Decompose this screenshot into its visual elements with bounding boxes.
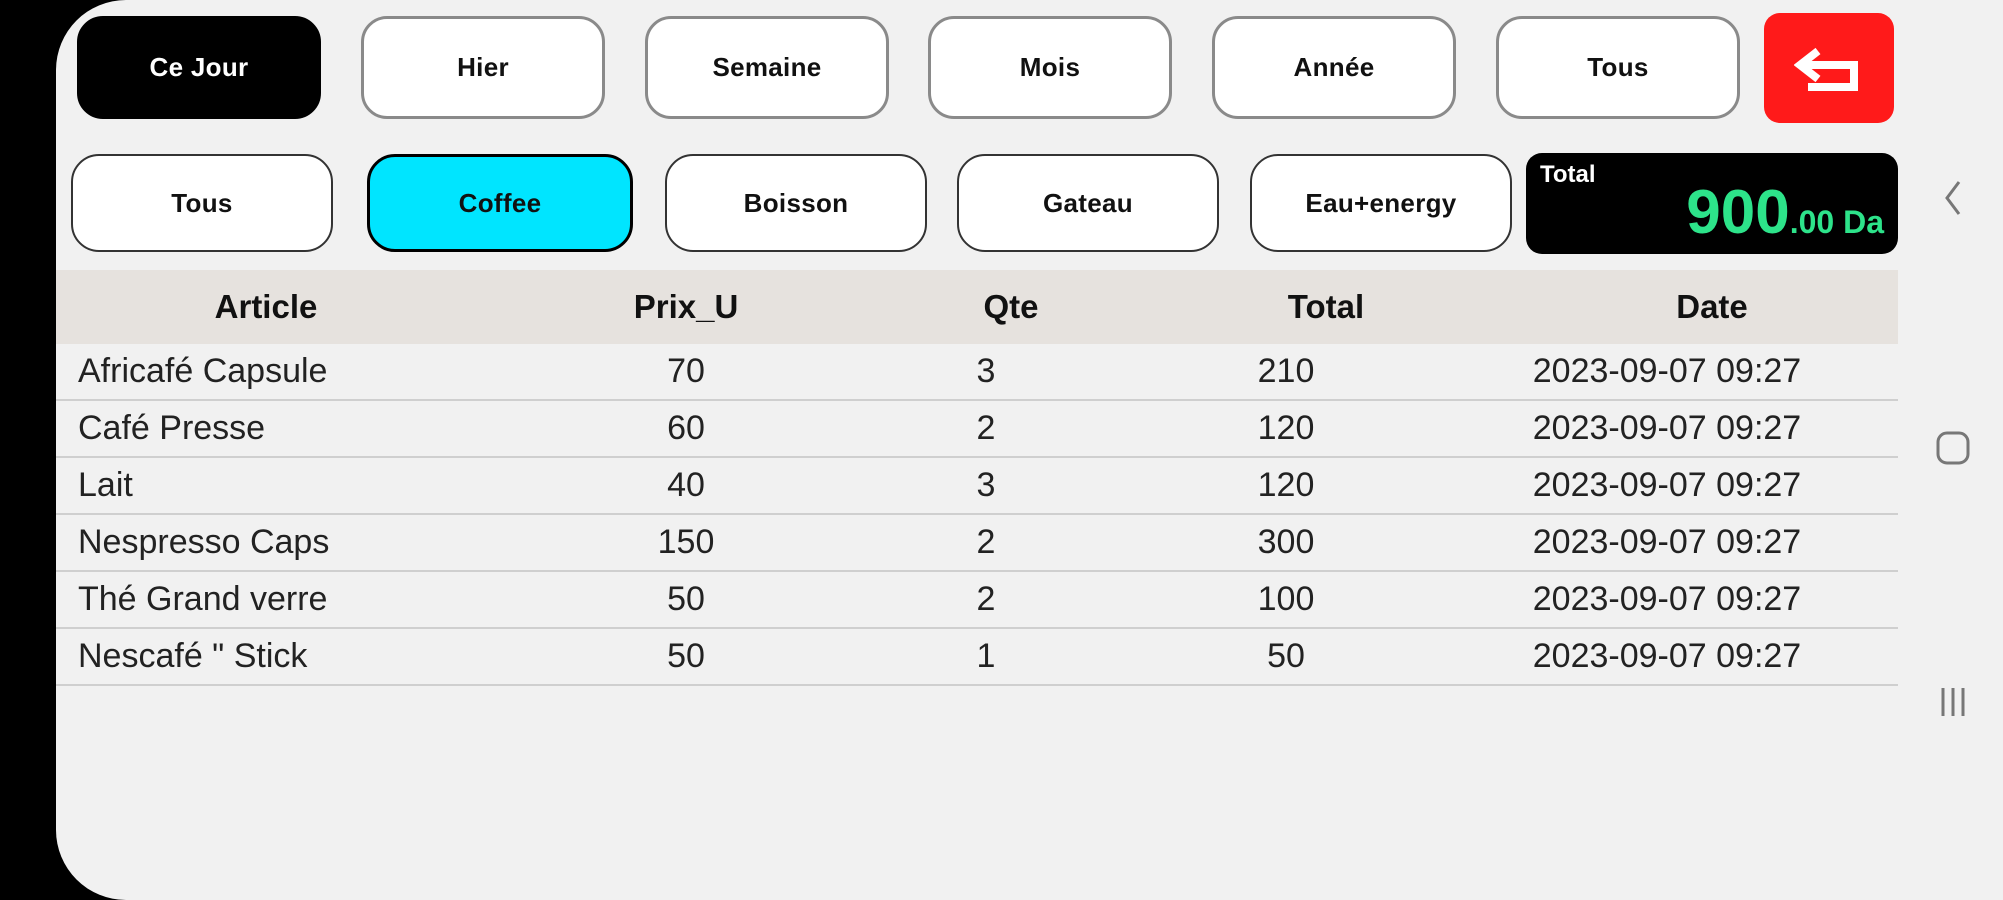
app-screen: Ce Jour Hier Semaine Mois Année Tous Tou…: [56, 0, 2003, 900]
filter-ce-jour-button[interactable]: Ce Jour: [77, 16, 321, 119]
filter-annee-button[interactable]: Année: [1212, 16, 1456, 119]
cell-total: 120: [1257, 466, 1315, 504]
cell-date: 2023-09-07 09:27: [1532, 409, 1802, 447]
filter-hier-button[interactable]: Hier: [361, 16, 605, 119]
header-total: Total: [1287, 288, 1365, 325]
three-bars-icon: [1941, 688, 1965, 716]
header-article: Article: [214, 288, 318, 325]
table-header: Article Prix_U Qte Total Date: [56, 270, 1898, 344]
cell-qte: 3: [976, 466, 996, 504]
table-row[interactable]: Lait 40 3 120 2023-09-07 09:27: [56, 458, 1898, 515]
nav-recents-button[interactable]: [1903, 682, 2003, 722]
cell-prix: 70: [667, 352, 705, 390]
nav-home-button[interactable]: [1903, 428, 2003, 468]
cell-prix: 150: [657, 523, 715, 561]
filter-tous-period-button[interactable]: Tous: [1496, 16, 1740, 119]
cell-date: 2023-09-07 09:27: [1532, 637, 1802, 675]
total-display: Total 900.00 Da: [1526, 153, 1898, 254]
cell-prix: 50: [667, 580, 705, 618]
cell-total: 120: [1257, 409, 1315, 447]
rounded-square-icon: [1936, 431, 1970, 465]
total-decimal: .00 Da: [1789, 204, 1884, 240]
cell-article: Nescafé " Stick: [78, 637, 308, 675]
table-row[interactable]: Café Presse 60 2 120 2023-09-07 09:27: [56, 401, 1898, 458]
cell-qte: 2: [976, 409, 996, 447]
category-gateau-button[interactable]: Gateau: [957, 154, 1219, 252]
total-label: Total: [1540, 161, 1596, 188]
system-nav-bar: [1903, 0, 2003, 900]
cell-date: 2023-09-07 09:27: [1532, 466, 1802, 504]
table-row[interactable]: Nespresso Caps 150 2 300 2023-09-07 09:2…: [56, 515, 1898, 572]
header-date: Date: [1676, 288, 1748, 325]
filter-mois-button[interactable]: Mois: [928, 16, 1172, 119]
chevron-left-icon: [1945, 181, 1961, 215]
sales-table: Article Prix_U Qte Total Date Africafé C…: [56, 270, 1898, 686]
cell-date: 2023-09-07 09:27: [1532, 580, 1802, 618]
total-amount: 900.00 Da: [1686, 177, 1884, 248]
table-row[interactable]: Thé Grand verre 50 2 100 2023-09-07 09:2…: [56, 572, 1898, 629]
cell-total: 100: [1257, 580, 1315, 618]
cell-article: Thé Grand verre: [78, 580, 328, 618]
total-integer: 900: [1686, 178, 1790, 247]
back-button[interactable]: [1764, 13, 1894, 123]
cell-qte: 2: [976, 523, 996, 561]
table-row[interactable]: Africafé Capsule 70 3 210 2023-09-07 09:…: [56, 344, 1898, 401]
category-boisson-button[interactable]: Boisson: [665, 154, 927, 252]
cell-article: Africafé Capsule: [78, 352, 328, 390]
cell-prix: 40: [667, 466, 705, 504]
cell-qte: 2: [976, 580, 996, 618]
cell-total: 50: [1267, 637, 1305, 675]
cell-date: 2023-09-07 09:27: [1532, 523, 1802, 561]
table-row[interactable]: Nescafé " Stick 50 1 50 2023-09-07 09:27: [56, 629, 1898, 686]
cell-qte: 1: [976, 637, 996, 675]
header-prix-u: Prix_U: [633, 288, 739, 325]
cell-total: 210: [1257, 352, 1315, 390]
header-qte: Qte: [983, 288, 1039, 325]
nav-back-button[interactable]: [1903, 178, 2003, 218]
cell-article: Nespresso Caps: [78, 523, 330, 561]
category-coffee-button[interactable]: Coffee: [367, 154, 633, 252]
cell-prix: 60: [667, 409, 705, 447]
return-arrow-icon: [1794, 47, 1858, 91]
cell-article: Café Presse: [78, 409, 266, 447]
category-tous-button[interactable]: Tous: [71, 154, 333, 252]
cell-prix: 50: [667, 637, 705, 675]
cell-qte: 3: [976, 352, 996, 390]
cell-date: 2023-09-07 09:27: [1532, 352, 1802, 390]
filter-semaine-button[interactable]: Semaine: [645, 16, 889, 119]
cell-article: Lait: [78, 466, 133, 504]
category-eau-energy-button[interactable]: Eau+energy: [1250, 154, 1512, 252]
cell-total: 300: [1257, 523, 1315, 561]
